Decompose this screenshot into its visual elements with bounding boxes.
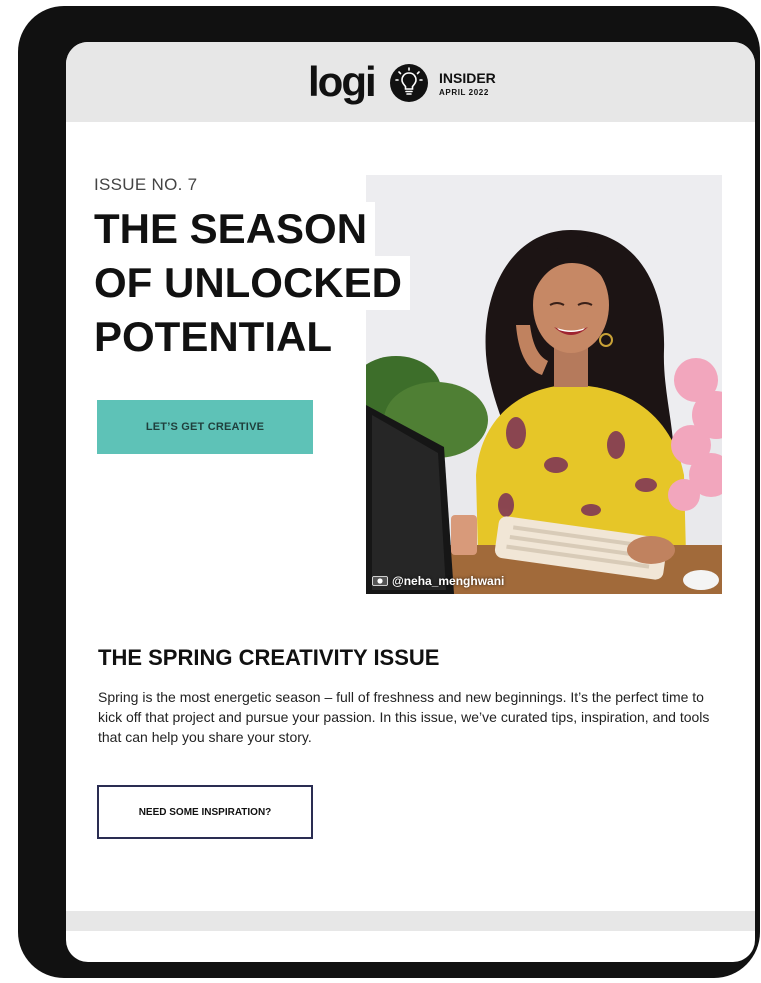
camera-icon <box>372 575 388 586</box>
tablet-frame: logi INSIDER APRIL 2022 ISSUE NO. 7 @neh… <box>18 6 760 978</box>
lightbulb-icon <box>390 64 428 102</box>
newsletter-date: APRIL 2022 <box>439 88 489 97</box>
lets-get-creative-button[interactable]: LET’S GET CREATIVE <box>97 400 313 454</box>
issue-number: ISSUE NO. 7 <box>94 175 198 194</box>
newsletter-header: logi INSIDER APRIL 2022 <box>66 42 755 122</box>
section-body: Spring is the most energetic season – fu… <box>98 689 710 745</box>
section-title: THE SPRING CREATIVITY ISSUE <box>98 645 440 670</box>
logi-logo: logi <box>308 58 377 105</box>
hero-photo: @neha_menghwani <box>366 175 722 594</box>
need-inspiration-button[interactable]: NEED SOME INSPIRATION? <box>97 785 313 839</box>
photo-credit-text: @neha_menghwani <box>392 574 505 588</box>
headline-line: POTENTIAL <box>92 310 340 364</box>
photo-credit: @neha_menghwani <box>372 574 504 588</box>
headline-line: THE SEASON <box>92 202 376 256</box>
hero-headline: THE SEASON OF UNLOCKED POTENTIAL <box>92 202 410 364</box>
email-screen: logi INSIDER APRIL 2022 ISSUE NO. 7 @neh… <box>66 42 755 962</box>
newsletter-title: INSIDER <box>439 70 496 86</box>
footer-band <box>66 911 755 931</box>
headline-line: OF UNLOCKED <box>92 256 410 310</box>
